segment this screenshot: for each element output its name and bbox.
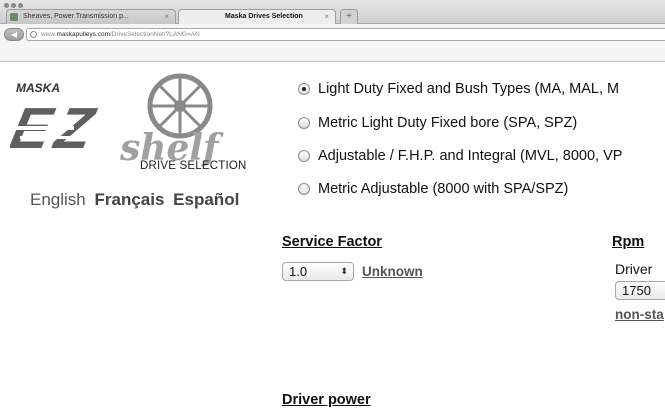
service-factor-unknown-link[interactable]: Unknown [362, 264, 423, 279]
logo-brand-text: MASKA [16, 81, 60, 95]
minimize-window-icon[interactable] [11, 3, 16, 8]
drive-type-option[interactable]: Metric Light Duty Fixed bore (SPA, SPZ) [298, 112, 577, 134]
tab-maska-drives[interactable]: Maska Drives Selection × [178, 9, 336, 24]
radio-button[interactable] [298, 117, 310, 129]
service-factor-select[interactable]: 1.0 ⬍ [282, 262, 354, 281]
url-path: /DriveSelectionNet/?LANG=AN [110, 31, 200, 38]
zoom-window-icon[interactable] [18, 3, 23, 8]
select-arrows-icon: ⬍ [340, 266, 348, 276]
drive-type-option[interactable]: Adjustable / F.H.P. and Integral (MVL, 8… [298, 145, 622, 167]
drive-type-label: Adjustable / F.H.P. and Integral (MVL, 8… [318, 148, 623, 164]
new-tab-button[interactable]: + [340, 9, 358, 24]
rpm-driver-label: Driver [615, 261, 653, 277]
close-tab-icon[interactable]: × [324, 10, 329, 23]
drive-type-option[interactable]: Metric Adjustable (8000 with SPA/SPZ) [298, 178, 568, 200]
radio-button[interactable] [298, 83, 310, 95]
drive-type-option[interactable]: Light Duty Fixed and Bush Types (MA, MAL… [298, 78, 619, 100]
rpm-driver-select[interactable]: 1750 [615, 281, 665, 300]
browser-navbar: ◀ www.maskapulleys.com/DriveSelectionNet… [0, 24, 665, 62]
rpm-driver-value: 1750 [622, 283, 651, 298]
language-link-english[interactable]: English [30, 190, 86, 209]
url-bar[interactable]: www.maskapulleys.com/DriveSelectionNet/?… [26, 28, 665, 41]
drive-type-label: Light Duty Fixed and Bush Types (MA, MAL… [318, 81, 620, 97]
browser-titlebar: Sheaves, Power Transmission p... × Maska… [0, 0, 665, 24]
drive-type-label: Metric Light Duty Fixed bore (SPA, SPZ) [318, 115, 578, 131]
rpm-heading: Rpm [612, 234, 645, 250]
logo-subtitle: DRIVE SELECTION [140, 160, 247, 172]
tab-label: Sheaves, Power Transmission p... [23, 13, 129, 20]
tab-sheaves[interactable]: Sheaves, Power Transmission p... × [6, 9, 176, 24]
radio-button[interactable] [298, 150, 310, 162]
url-domain: maskapulleys.com [56, 31, 110, 38]
language-link-espanol[interactable]: Español [173, 190, 239, 209]
favicon-icon [10, 13, 18, 21]
drive-type-label: Metric Adjustable (8000 with SPA/SPZ) [318, 181, 569, 197]
close-tab-icon[interactable]: × [164, 10, 169, 23]
rpm-non-standard-link[interactable]: non-sta [615, 307, 664, 322]
url-prefix: www. [41, 31, 57, 38]
language-link-francais[interactable]: Français [95, 190, 165, 209]
driver-power-heading: Driver power [282, 392, 371, 408]
close-window-icon[interactable] [4, 3, 9, 8]
tab-label: Maska Drives Selection [225, 13, 303, 20]
globe-icon [30, 31, 37, 38]
service-factor-value: 1.0 [289, 264, 308, 279]
service-factor-heading: Service Factor [282, 234, 382, 250]
radio-button[interactable] [298, 183, 310, 195]
language-selector: English Français Español [30, 190, 243, 210]
back-button[interactable]: ◀ [4, 28, 24, 41]
